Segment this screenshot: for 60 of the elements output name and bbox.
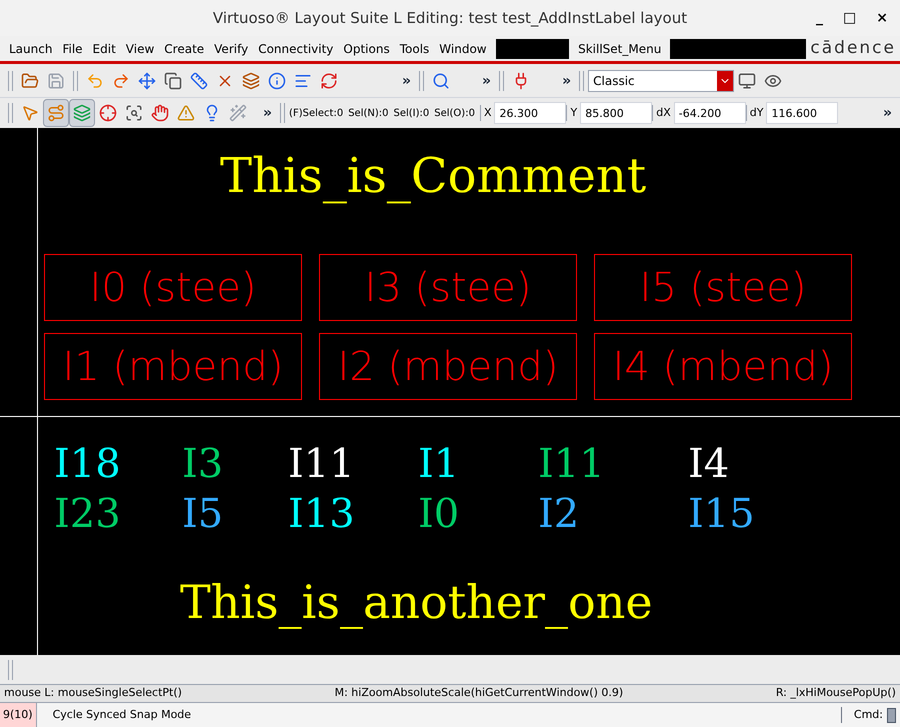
- instance-box: I5 (stee): [594, 254, 852, 321]
- menu-item[interactable]: Edit: [88, 40, 121, 58]
- more-button[interactable]: »: [398, 70, 416, 90]
- menu-item[interactable]: Connectivity: [253, 40, 338, 58]
- menu-item[interactable]: SkillSet_Menu: [573, 40, 666, 58]
- close-button[interactable]: ×: [876, 8, 888, 28]
- instance-label: I5: [182, 491, 224, 537]
- layout-canvas[interactable]: This_is_Comment I0 (stee) I3 (stee) I5 (stee) I1 (mbend) I2 (mbend) I4 (mbend) I18 I3 I11 I1 I11 I4 I23 I5 I13 I0 I2 I15 This_is_another_one: [0, 128, 900, 655]
- menu-item[interactable]: View: [120, 40, 160, 58]
- selection-count: Sel(O):0: [434, 106, 475, 120]
- more-button[interactable]: »: [558, 70, 576, 90]
- instance-label: I3: [182, 441, 224, 487]
- instance-label: I15: [688, 491, 755, 537]
- menu-item[interactable]: Create: [159, 40, 210, 58]
- coordinate-field[interactable]: 26.300: [494, 102, 566, 124]
- instance-label: I1: [418, 441, 460, 487]
- selection-count: Sel(I):0: [393, 106, 430, 120]
- instance-label: I13: [288, 491, 355, 537]
- coordinate-field[interactable]: -64.200: [674, 102, 746, 124]
- menu-item[interactable]: Launch: [4, 40, 58, 58]
- mouse-left-binding: mouse L: mouseSingleSelectPt(): [4, 685, 182, 702]
- mouse-right-binding: R: _lxHiMousePopUp(): [776, 685, 896, 702]
- menu-item[interactable]: Window: [434, 40, 492, 58]
- mouse-middle-binding: M: hiZoomAbsoluteScale(hiGetCurrentWindow() 0.9): [334, 685, 624, 702]
- selection-count: Sel(N):0: [348, 106, 388, 120]
- coordinate-field[interactable]: 116.600: [766, 102, 838, 124]
- view-dropdown[interactable]: Classic: [588, 70, 734, 92]
- instance-label: I2: [538, 491, 580, 537]
- menu-item[interactable]: File: [57, 40, 88, 58]
- instance-box: I1 (mbend): [44, 333, 302, 400]
- instance-label: I0: [418, 491, 460, 537]
- maximize-button[interactable]: □: [843, 8, 856, 28]
- instance-box: I0 (stee): [44, 254, 302, 321]
- comment-label: This_is_Comment: [220, 148, 646, 204]
- cmd-label: Cmd:: [840, 706, 883, 724]
- instance-label: I11: [538, 441, 605, 487]
- more-button[interactable]: »: [259, 103, 276, 123]
- menu-item[interactable]: Options: [338, 40, 395, 58]
- instance-label: I11: [288, 441, 355, 487]
- status-message: Cycle Synced Snap Mode: [52, 706, 192, 723]
- command-field[interactable]: [887, 708, 896, 722]
- instance-label: I18: [54, 441, 121, 487]
- command-count: 9(10): [0, 703, 37, 727]
- menu-item[interactable]: Tools: [394, 40, 434, 58]
- selection-count: (F)Select:0: [289, 106, 344, 120]
- minimize-button[interactable]: _: [816, 8, 824, 28]
- comment-label: This_is_another_one: [180, 575, 653, 629]
- coordinate-field[interactable]: 85.800: [580, 102, 652, 124]
- menu-item[interactable]: Verify: [209, 40, 254, 58]
- logo: cādence: [810, 36, 896, 60]
- instance-box: I3 (stee): [319, 254, 577, 321]
- instance-box: I4 (mbend): [594, 333, 852, 400]
- window-title: Virtuoso® Layout Suite L Editing: test test_AddInstLabel layout: [212, 8, 688, 29]
- route-icon[interactable]: [43, 99, 69, 127]
- more-button[interactable]: »: [878, 103, 896, 123]
- more-button[interactable]: »: [478, 70, 496, 90]
- instance-label: I4: [688, 441, 730, 487]
- instance-box: I2 (mbend): [319, 333, 577, 400]
- instance-label: I23: [54, 491, 121, 537]
- layers-icon[interactable]: [69, 99, 95, 127]
